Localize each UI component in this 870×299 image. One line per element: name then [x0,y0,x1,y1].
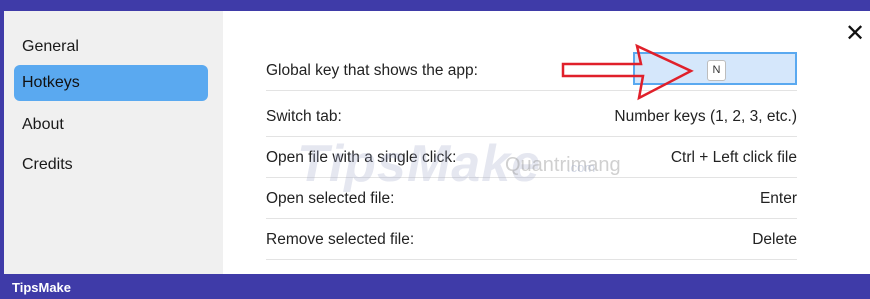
row-label: Global key that shows the app: [266,62,478,79]
hotkey-row-open-selected: Open selected file: Enter [266,179,797,219]
footer-bar: TipsMake [0,274,870,299]
row-label: Open selected file: [266,190,395,207]
hotkey-row-switch-tab: Switch tab: Number keys (1, 2, 3, etc.) [266,97,797,137]
row-label: Open file with a single click: [266,149,457,166]
sidebar-item-about[interactable]: About [14,107,208,143]
sidebar-item-hotkeys[interactable]: Hotkeys [14,65,208,101]
hotkeys-panel: ✕ Global key that shows the app: Switch … [223,11,870,274]
sidebar: General Hotkeys About Credits [4,11,223,274]
row-label: Switch tab: [266,108,342,125]
row-value: Ctrl + Left click file [670,149,797,166]
row-value: Enter [759,190,797,207]
row-label: Remove selected file: [266,231,415,248]
footer-label: TipsMake [12,280,72,295]
row-value: Delete [752,231,797,248]
sidebar-item-credits[interactable]: Credits [14,147,208,183]
close-icon[interactable]: ✕ [844,22,866,46]
hotkey-row-single-click: Open file with a single click: Ctrl + Le… [266,138,797,178]
key-cap: N [707,60,726,81]
sidebar-item-general[interactable]: General [14,29,208,65]
row-value: Number keys (1, 2, 3, etc.) [614,108,797,125]
settings-window: General Hotkeys About Credits ✕ Global k… [4,11,870,274]
hotkey-row-remove-selected: Remove selected file: Delete [266,220,797,260]
red-arrow-annotation [561,43,694,101]
